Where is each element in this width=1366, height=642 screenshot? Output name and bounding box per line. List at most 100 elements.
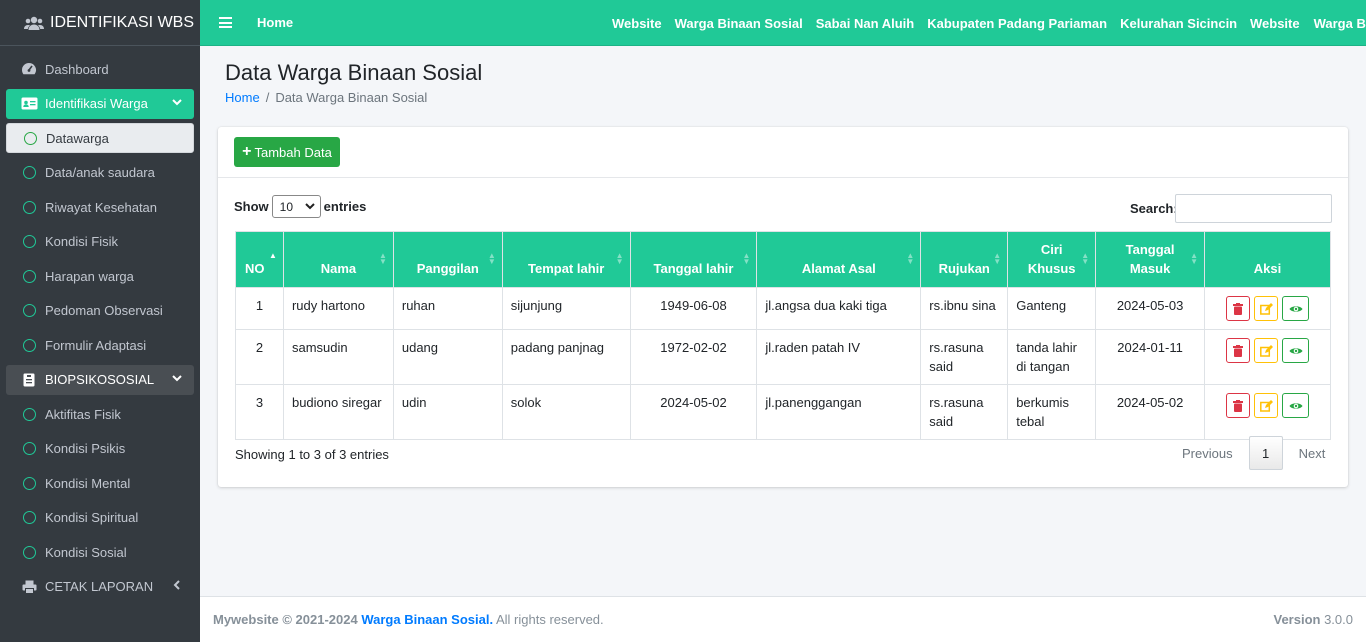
cell-alamat-asal: jl.raden patah IV xyxy=(756,329,922,385)
sidebar-item-identifikasi-warga[interactable]: Identifikasi Warga xyxy=(6,88,194,119)
cell-no: 1 xyxy=(235,287,284,330)
pagination-next[interactable]: Next xyxy=(1289,446,1336,461)
column-header-tempat-lahir[interactable]: Tempat lahir ▲ ▼ xyxy=(501,231,631,288)
eye-icon xyxy=(1289,305,1302,312)
view-button[interactable] xyxy=(1282,338,1309,363)
column-header-rujukan[interactable]: Rujukan ▲ ▼ xyxy=(920,231,1009,288)
chevron-down-icon xyxy=(172,374,182,381)
plus-icon: + xyxy=(242,143,252,160)
sidebar-item-label: Kondisi Mental xyxy=(45,475,131,491)
topbar-link-sabai-nan-aluih[interactable]: Sabai Nan Aluih xyxy=(816,16,914,31)
sidebar-item-datawarga[interactable]: Datawarga xyxy=(6,123,194,153)
cell-rujukan: rs.ibnu sina xyxy=(920,287,1009,330)
sidebar-item-formulir-adaptasi[interactable]: Formulir Adaptasi xyxy=(6,330,194,360)
sidebar-item-data-anak-saudara[interactable]: Data/anak saudara xyxy=(6,158,194,188)
footer-brand-link[interactable]: Warga Binaan Sosial. xyxy=(361,612,493,627)
cell-panggilan: udin xyxy=(392,384,503,440)
sidebar-item-dashboard[interactable]: Dashboard xyxy=(6,54,194,84)
cell-nama: budiono siregar xyxy=(282,384,394,440)
topbar-link-website[interactable]: Website xyxy=(612,16,662,31)
sidebar-item-label: Kondisi Spiritual xyxy=(45,510,139,525)
data-card: + Tambah Data Show 10 entries Search: NO… xyxy=(218,127,1348,487)
column-header-ciri-khusus[interactable]: Ciri Khusus ▲ ▼ xyxy=(1007,231,1097,288)
sidebar-item-biopsikososial[interactable]: BIOPSIKOSOSIAL xyxy=(6,364,194,395)
pagination-page-1[interactable]: 1 xyxy=(1248,436,1283,470)
column-header-tanggal-lahir[interactable]: Tanggal lahir ▲ ▼ xyxy=(629,231,758,288)
topbar-home-link[interactable]: Home xyxy=(257,15,293,30)
breadcrumb: Home / Data Warga Binaan Sosial xyxy=(225,90,427,105)
sidebar-item-label: Formulir Adaptasi xyxy=(45,337,147,353)
sidebar-item-aktifitas-fisik[interactable]: Aktifitas Fisik xyxy=(6,399,194,429)
topbar-link-kelurahan[interactable]: Kelurahan Sicincin xyxy=(1120,16,1237,31)
id-card-icon xyxy=(20,97,38,111)
footer-version: Version 3.0.0 xyxy=(1273,612,1353,627)
chevron-down-icon xyxy=(304,203,315,210)
view-button[interactable] xyxy=(1282,393,1309,418)
add-data-label: Tambah Data xyxy=(254,144,332,160)
eye-icon xyxy=(1289,347,1302,354)
cell-alamat-asal: jl.angsa dua kaki tiga xyxy=(756,287,922,330)
sidebar-item-pedoman-observasi[interactable]: Pedoman Observasi xyxy=(6,296,194,326)
topbar-link-warga-binaan-sosial[interactable]: Warga Binaan Sosial xyxy=(675,16,803,31)
topbar-link-website-2[interactable]: Website xyxy=(1250,16,1300,31)
sort-icon: ▲ ▼ xyxy=(742,251,751,266)
sidebar-item-kondisi-spiritual[interactable]: Kondisi Spiritual xyxy=(6,503,194,533)
pagination: Previous 1 Next xyxy=(1172,436,1335,470)
sort-icon: ▲ ▼ xyxy=(487,251,496,266)
table-info: Showing 1 to 3 of 3 entries xyxy=(235,447,389,462)
entries-select[interactable]: 10 xyxy=(271,195,321,218)
trash-icon xyxy=(1233,302,1243,315)
pagination-previous[interactable]: Previous xyxy=(1172,446,1243,461)
circle-icon xyxy=(22,338,36,352)
hamburger-menu-icon[interactable] xyxy=(219,17,232,28)
topbar-link-kabupaten[interactable]: Kabupaten Padang Pariaman xyxy=(927,16,1107,31)
table-header-row: NO ▲ Nama ▲ ▼ Panggilan ▲ ▼ Tempat lahir ▲ ▼ Ta… xyxy=(235,231,1331,288)
search-label: Search: xyxy=(1130,201,1178,216)
add-data-button[interactable]: + Tambah Data xyxy=(234,137,340,167)
sidebar-item-label: Harapan warga xyxy=(45,268,134,284)
sidebar-item-label: Kondisi Psikis xyxy=(45,441,126,456)
delete-button[interactable] xyxy=(1226,338,1250,363)
sidebar-item-riwayat-kesehatan[interactable]: Riwayat Kesehatan xyxy=(6,192,194,222)
edit-button[interactable] xyxy=(1254,338,1278,363)
column-header-alamat-asal[interactable]: Alamat Asal ▲ ▼ xyxy=(756,231,922,288)
tachometer-icon xyxy=(20,62,38,76)
footer-version-number: 3.0.0 xyxy=(1324,612,1353,627)
delete-button[interactable] xyxy=(1226,296,1250,321)
edit-button[interactable] xyxy=(1254,296,1278,321)
column-header-tanggal-masuk[interactable]: Tanggal Masuk ▲ ▼ xyxy=(1095,231,1206,288)
edit-button[interactable] xyxy=(1254,393,1278,418)
column-header-panggilan[interactable]: Panggilan ▲ ▼ xyxy=(392,231,503,288)
cell-tanggal-masuk: 2024-05-03 xyxy=(1095,287,1206,330)
column-header-nama[interactable]: Nama ▲ ▼ xyxy=(282,231,394,288)
delete-button[interactable] xyxy=(1226,393,1250,418)
sidebar-item-kondisi-mental[interactable]: Kondisi Mental xyxy=(6,468,194,498)
cell-panggilan: ruhan xyxy=(392,287,503,330)
sort-icon: ▲ ▼ xyxy=(1190,251,1199,266)
brand[interactable]: IDENTIFIKASI WBS xyxy=(0,0,200,46)
sidebar-item-kondisi-sosial[interactable]: Kondisi Sosial xyxy=(6,537,194,567)
sidebar-item-kondisi-psikis[interactable]: Kondisi Psikis xyxy=(6,434,194,464)
breadcrumb-current: Data Warga Binaan Sosial xyxy=(275,90,428,105)
sidebar-item-harapan-warga[interactable]: Harapan warga xyxy=(6,261,194,291)
footer-rights: All rights reserved. xyxy=(495,612,604,627)
footer-version-label: Version xyxy=(1273,612,1321,627)
cell-aksi xyxy=(1204,287,1331,330)
sidebar-item-kondisi-fisik[interactable]: Kondisi Fisik xyxy=(6,227,194,257)
sidebar-item-label: Pedoman Observasi xyxy=(45,303,163,318)
show-label: Show xyxy=(234,199,269,214)
data-table: NO ▲ Nama ▲ ▼ Panggilan ▲ ▼ Tempat lahir ▲ ▼ Ta… xyxy=(235,231,1331,440)
circle-icon xyxy=(22,511,36,524)
topbar-link-warga-binaan-sosial-2[interactable]: Warga Binaan Sosial xyxy=(1314,16,1366,31)
eye-icon xyxy=(1289,402,1302,409)
footer-copyright: Mywebsite © 2021-2024 Warga Binaan Sosia… xyxy=(213,612,604,627)
trash-icon xyxy=(1233,344,1243,357)
sidebar-item-cetak-laporan[interactable]: CETAK LAPORAN xyxy=(6,572,194,602)
sidebar-item-label: Kondisi Fisik xyxy=(45,234,118,249)
search-input[interactable] xyxy=(1175,194,1332,223)
card-header: + Tambah Data xyxy=(218,127,1348,178)
breadcrumb-home-link[interactable]: Home xyxy=(225,90,260,105)
view-button[interactable] xyxy=(1282,296,1309,321)
column-header-no[interactable]: NO ▲ xyxy=(235,231,284,288)
sidebar-item-label: Kondisi Sosial xyxy=(45,544,127,560)
